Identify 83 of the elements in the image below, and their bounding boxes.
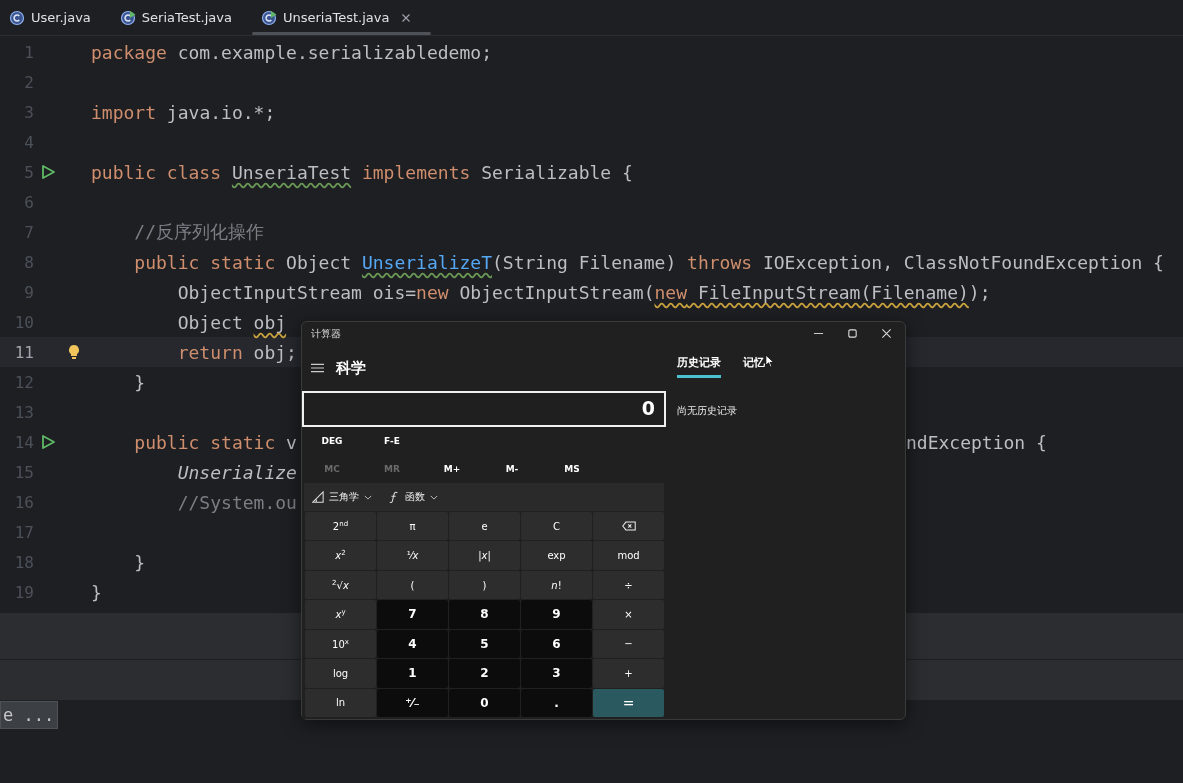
run-icon[interactable]: [40, 434, 56, 450]
code-line: //反序列化操作: [133, 221, 265, 242]
calculator-key[interactable]: =: [593, 688, 664, 717]
class-icon: [9, 9, 25, 26]
calculator-key[interactable]: 9: [521, 600, 592, 629]
runnable-class-icon: [119, 9, 136, 26]
calculator-key[interactable]: 2: [449, 659, 520, 688]
triangle-icon: [312, 491, 324, 503]
editor-tab[interactable]: SeriaTest.java: [110, 0, 252, 35]
calculator-key[interactable]: π: [377, 512, 448, 541]
code-line: //System.ou: [176, 491, 297, 513]
close-icon[interactable]: [401, 12, 412, 23]
code-line: Unserialize: [176, 461, 297, 483]
mode-button[interactable]: F-E: [362, 429, 422, 453]
lightbulb-icon[interactable]: [68, 344, 80, 360]
memory-button[interactable]: M+: [422, 457, 482, 481]
calculator-key[interactable]: x$^{2}$: [305, 541, 376, 570]
calculator-key[interactable]: +: [593, 659, 664, 688]
calculator-key[interactable]: ⁺⁄₋: [377, 688, 448, 717]
code-line: package com.example.serializabledemo;: [91, 41, 492, 63]
code-line: }: [133, 551, 146, 573]
calculator-key[interactable]: mod: [593, 541, 664, 570]
pointer-icon: [765, 354, 774, 368]
calculator-key[interactable]: e: [449, 512, 520, 541]
menu-icon[interactable]: [311, 363, 324, 373]
memory-button[interactable]: MS: [542, 457, 602, 481]
display-field: 0: [302, 391, 666, 427]
code-line: ndException {: [906, 431, 1047, 453]
code-line: Object obj: [176, 311, 287, 333]
dropdown-button[interactable]: 函数: [380, 485, 446, 509]
editor-tab[interactable]: UnseriaTest.java: [251, 0, 432, 35]
calculator-key[interactable]: ×: [593, 600, 664, 629]
code-line: return obj;: [176, 341, 297, 363]
line-number: 11: [13, 342, 34, 362]
calculator-key[interactable]: .: [521, 688, 592, 717]
function-icon: [388, 491, 400, 503]
calculator-key[interactable]: 7: [377, 600, 448, 629]
calculator-key[interactable]: 2$^{nd}$: [305, 512, 376, 541]
calculator-key[interactable]: ln: [305, 688, 376, 717]
calculator-key[interactable]: n!: [521, 570, 592, 600]
backspace-icon: [621, 521, 636, 532]
runnable-class-icon: [260, 9, 277, 26]
empty-history-message: 尚无历史记录: [677, 404, 738, 418]
dropdown-button[interactable]: 三角学: [304, 485, 380, 509]
code-line: public static Object UnserializeT(String Filename) throws IOException, ClassNotFoundException {: [133, 251, 1164, 273]
editor-tab[interactable]: User.java: [0, 0, 111, 35]
calculator-key[interactable]: |x|: [449, 541, 520, 570]
calculator-key[interactable]: −: [593, 629, 664, 659]
calculator-key[interactable]: 5: [449, 629, 520, 659]
maximize-icon[interactable]: [847, 328, 858, 339]
calculator-key[interactable]: 6: [521, 629, 592, 659]
memory-button[interactable]: M-: [482, 457, 542, 481]
calculator-key[interactable]: C: [521, 512, 592, 541]
run-icon[interactable]: [40, 164, 56, 180]
calculator-key[interactable]: ÷: [593, 570, 664, 600]
calculator-key[interactable]: log: [305, 659, 376, 688]
code-line: import java.io.*;: [91, 101, 276, 123]
calculator-key[interactable]: 1: [377, 659, 448, 688]
tooltip: e ...: [0, 701, 59, 729]
calculator-key[interactable]: $^{2}$√x: [305, 570, 376, 600]
code-line: }: [133, 371, 146, 393]
mode-title: 科学: [336, 358, 366, 378]
mode-button[interactable]: DEG: [302, 429, 362, 453]
calculator-key[interactable]: 3: [521, 659, 592, 688]
calculator-key[interactable]: 4: [377, 629, 448, 659]
window-title: 计算器: [311, 326, 342, 341]
calculator-key[interactable]: 8: [449, 600, 520, 629]
chevron-down-icon: [430, 494, 438, 500]
calculator-key[interactable]: 0: [449, 688, 520, 717]
code-line: ObjectInputStream ois=new ObjectInputStream(new FileInputStream(Filename));: [176, 281, 991, 303]
code-line: }: [91, 581, 102, 603]
code-line: public static v: [133, 431, 297, 453]
history-tab[interactable]: 历史记录: [677, 350, 721, 378]
calculator-key[interactable]: x$^{y}$: [305, 600, 376, 629]
calculator-key[interactable]: exp: [521, 541, 592, 570]
chevron-down-icon: [364, 494, 372, 500]
calculator-key[interactable]: [593, 512, 664, 541]
calculator-key[interactable]: ¹⁄x: [377, 541, 448, 570]
calculator-key[interactable]: 10$^{x}$: [305, 629, 376, 659]
code-line: public class UnseriaTest implements Serializable {: [91, 161, 633, 183]
calculator-key[interactable]: (: [377, 570, 448, 600]
calculator-key[interactable]: ): [449, 570, 520, 600]
history-tab[interactable]: 记忆: [743, 350, 765, 378]
